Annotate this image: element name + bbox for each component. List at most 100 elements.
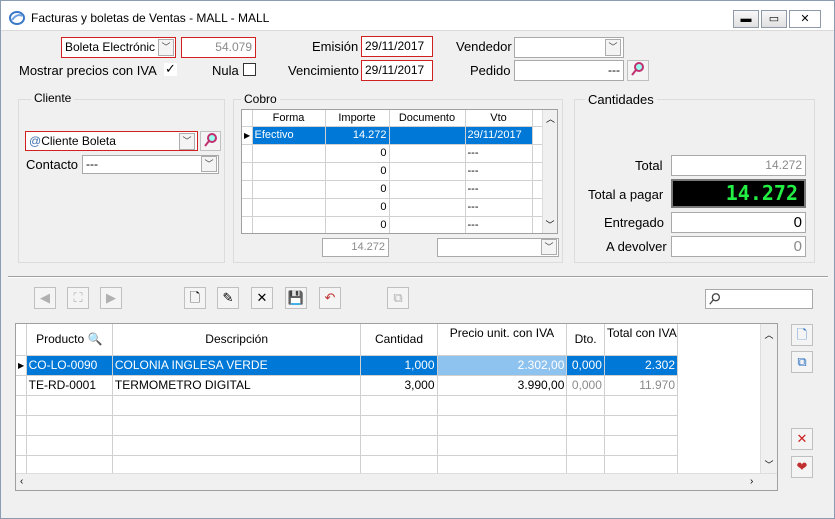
- table-row[interactable]: [16, 455, 679, 476]
- item-cell[interactable]: [360, 415, 438, 436]
- nula-checkbox[interactable]: [243, 63, 256, 76]
- cobro-cell[interactable]: Efectivo: [252, 126, 326, 145]
- items-col-producto[interactable]: Producto 🔍: [26, 324, 113, 356]
- table-row[interactable]: [16, 395, 679, 416]
- items-vscrollbar[interactable]: ︿ ﹀: [760, 324, 777, 473]
- item-cell[interactable]: 11.970: [604, 375, 679, 396]
- cobro-cell[interactable]: ---: [465, 216, 533, 233]
- magnifier-icon[interactable]: 🔍: [87, 332, 102, 346]
- cobro-cell[interactable]: [252, 162, 326, 181]
- item-cell[interactable]: [437, 455, 568, 476]
- doc-number-field[interactable]: 54.079: [181, 37, 256, 58]
- emision-field[interactable]: 29/11/2017: [361, 36, 433, 57]
- cobro-cell[interactable]: [389, 126, 466, 145]
- item-cell[interactable]: TE-RD-0001: [26, 375, 113, 396]
- cliente-select[interactable]: @Cliente Boleta: [25, 131, 198, 151]
- prev-button[interactable]: ◀: [34, 287, 56, 309]
- item-cell[interactable]: [112, 415, 362, 436]
- cobro-row[interactable]: 0 ---: [242, 180, 543, 199]
- item-cell[interactable]: 1,000: [360, 355, 438, 376]
- cobro-cell[interactable]: ---: [465, 198, 533, 217]
- cobro-row[interactable]: 0 ---: [242, 144, 543, 163]
- undo-button[interactable]: ↶: [319, 287, 341, 309]
- item-cell[interactable]: COLONIA INGLESA VERDE: [112, 355, 362, 376]
- item-cell[interactable]: [26, 395, 113, 416]
- cobro-cell[interactable]: 14.272: [325, 126, 390, 145]
- item-cell[interactable]: 3,000: [360, 375, 438, 396]
- contacto-dropdown-button[interactable]: ﹀: [201, 156, 217, 172]
- close-button[interactable]: ✕: [789, 10, 821, 28]
- cobro-row[interactable]: 0 ---: [242, 198, 543, 217]
- item-cell[interactable]: 2.302: [604, 355, 679, 376]
- item-cell[interactable]: [437, 415, 568, 436]
- item-cell[interactable]: [112, 395, 362, 416]
- cobro-cell[interactable]: [389, 216, 466, 233]
- cobro-cell[interactable]: ---: [465, 180, 533, 199]
- export-button[interactable]: ⧉: [387, 287, 409, 309]
- cobro-cell[interactable]: [252, 180, 326, 199]
- scroll-up-icon[interactable]: ︿: [761, 328, 777, 341]
- mostrar-iva-checkbox[interactable]: ✓: [164, 62, 177, 76]
- scroll-up-icon[interactable]: ︿: [543, 112, 557, 125]
- cliente-dropdown-button[interactable]: ﹀: [179, 133, 195, 150]
- items-hscrollbar[interactable]: ‹ ›: [16, 473, 777, 490]
- cobro-total-field[interactable]: 14.272: [322, 238, 389, 257]
- items-col-total[interactable]: Total con IVA: [604, 324, 679, 356]
- cobro-dropdown-button[interactable]: ﹀: [541, 239, 557, 255]
- items-col-descripcion[interactable]: Descripción: [112, 324, 362, 356]
- table-row[interactable]: [16, 415, 679, 436]
- cobro-col-documento[interactable]: Documento: [389, 110, 466, 127]
- cobro-cell[interactable]: ---: [465, 162, 533, 181]
- maximize-button[interactable]: ▭: [761, 10, 787, 28]
- item-cell[interactable]: [604, 415, 679, 436]
- next-button[interactable]: ▶: [100, 287, 122, 309]
- cobro-cell[interactable]: [252, 198, 326, 217]
- pedido-field[interactable]: ---: [514, 60, 624, 81]
- item-cell[interactable]: 0,000: [566, 375, 605, 396]
- cobro-cell[interactable]: 0: [325, 198, 390, 217]
- item-cell[interactable]: [604, 435, 679, 456]
- item-cell[interactable]: [26, 455, 113, 476]
- cobro-cell[interactable]: 0: [325, 162, 390, 181]
- entregado-field[interactable]: 0: [671, 212, 806, 233]
- vencimiento-field[interactable]: 29/11/2017: [361, 60, 433, 81]
- item-cell[interactable]: [112, 455, 362, 476]
- cobro-cell[interactable]: [389, 180, 466, 199]
- scroll-down-icon[interactable]: ﹀: [543, 218, 557, 231]
- new-button[interactable]: 🗋: [184, 287, 206, 309]
- item-cell[interactable]: [604, 395, 679, 416]
- table-row[interactable]: [16, 435, 679, 456]
- cobro-cell[interactable]: ---: [465, 144, 533, 163]
- cobro-col-importe[interactable]: Importe: [325, 110, 390, 127]
- cobro-cell[interactable]: [389, 162, 466, 181]
- doc-type-dropdown-button[interactable]: ﹀: [158, 39, 174, 56]
- item-cell[interactable]: [566, 435, 605, 456]
- pedido-search-button[interactable]: [627, 60, 649, 81]
- cobro-cell[interactable]: 0: [325, 216, 390, 233]
- item-cell[interactable]: [26, 415, 113, 436]
- item-cell[interactable]: [566, 395, 605, 416]
- items-col-dto[interactable]: Dto.: [566, 324, 605, 356]
- cobro-scrollbar[interactable]: ︿ ﹀: [542, 110, 557, 233]
- scroll-left-icon[interactable]: ‹: [20, 476, 23, 487]
- item-cell[interactable]: 0,000: [566, 355, 605, 376]
- cobro-cell[interactable]: [252, 216, 326, 233]
- cliente-search-button[interactable]: [200, 131, 221, 151]
- items-col-cantidad[interactable]: Cantidad: [360, 324, 438, 356]
- item-cell[interactable]: [360, 455, 438, 476]
- cobro-col-forma[interactable]: Forma: [252, 110, 326, 127]
- item-cell[interactable]: [437, 435, 568, 456]
- item-cell[interactable]: [360, 395, 438, 416]
- table-row[interactable]: TE-RD-0001 TERMOMETRO DIGITAL 3,000 3.990,0…: [16, 375, 679, 396]
- copy-line-button[interactable]: ⧉: [791, 351, 813, 373]
- vendedor-dropdown-button[interactable]: ﹀: [605, 39, 621, 56]
- scroll-right-icon[interactable]: ›: [750, 476, 753, 487]
- minimize-button[interactable]: ▬: [733, 10, 759, 28]
- favorite-button[interactable]: ❤: [791, 456, 813, 478]
- delete-button[interactable]: ✕: [251, 287, 273, 309]
- cobro-row[interactable]: ▶ Efectivo 14.272 29/11/2017: [242, 126, 543, 145]
- cobro-row[interactable]: 0 ---: [242, 216, 543, 233]
- save-button[interactable]: 💾: [285, 287, 307, 309]
- item-cell[interactable]: CO-LO-0090: [26, 355, 113, 376]
- cobro-row[interactable]: 0 ---: [242, 162, 543, 181]
